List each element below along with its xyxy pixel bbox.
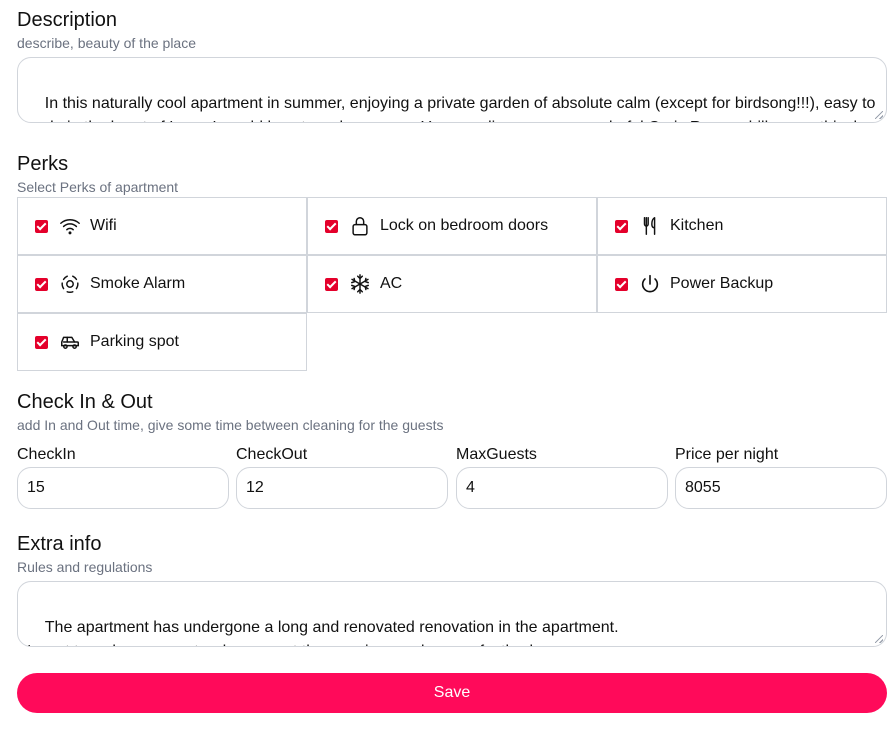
- extra-info-text: The apartment has undergone a long and r…: [27, 619, 619, 646]
- perk-kitchen[interactable]: Kitchen: [597, 197, 887, 255]
- perk-label: AC: [380, 275, 403, 292]
- place-form: Description describe, beauty of the plac…: [0, 0, 896, 735]
- perk-lock[interactable]: Lock on bedroom doors: [307, 197, 597, 255]
- price-label: Price per night: [675, 446, 779, 463]
- perk-checkbox[interactable]: [325, 219, 338, 233]
- price-input[interactable]: 8055: [675, 467, 887, 509]
- checkout-label: CheckOut: [236, 446, 308, 463]
- description-text: In this naturally cool apartment in summ…: [27, 95, 876, 122]
- checkinout-title: Check In & Out: [17, 391, 153, 413]
- extra-subtitle: Rules and regulations: [17, 559, 153, 575]
- perk-power-backup[interactable]: Power Backup: [597, 255, 887, 313]
- perk-checkbox[interactable]: [615, 219, 628, 233]
- lock-icon: [349, 215, 371, 237]
- power-icon: [639, 273, 661, 295]
- car-icon: [59, 331, 81, 353]
- price-value: 8055: [685, 479, 721, 496]
- resize-handle-icon[interactable]: [875, 111, 883, 119]
- checkinout-subtitle: add In and Out time, give some time betw…: [17, 417, 444, 433]
- checkin-input[interactable]: 15: [17, 467, 229, 509]
- description-subtitle: describe, beauty of the place: [17, 35, 197, 51]
- perks-subtitle: Select Perks of apartment: [17, 179, 179, 195]
- perk-label: Power Backup: [670, 275, 774, 292]
- perk-label: Smoke Alarm: [90, 275, 186, 292]
- perk-ac[interactable]: AC: [307, 255, 597, 313]
- snowflake-icon: [349, 273, 371, 295]
- perk-checkbox[interactable]: [35, 219, 48, 233]
- perks-title: Perks: [17, 153, 69, 175]
- perk-label: Kitchen: [670, 217, 724, 234]
- save-button[interactable]: Save: [17, 673, 887, 713]
- perk-label: Lock on bedroom doors: [380, 217, 549, 234]
- perk-checkbox[interactable]: [615, 277, 628, 291]
- perk-checkbox[interactable]: [325, 277, 338, 291]
- perk-checkbox[interactable]: [35, 335, 48, 349]
- perk-label: Parking spot: [90, 333, 179, 350]
- checkout-input[interactable]: 12: [236, 467, 448, 509]
- perk-wifi[interactable]: Wifi: [17, 197, 307, 255]
- extra-info-textarea[interactable]: The apartment has undergone a long and r…: [17, 581, 887, 647]
- resize-handle-icon[interactable]: [875, 635, 883, 643]
- perks-grid: Wifi Lock on bedroom doors Kitchen Smoke…: [17, 197, 887, 371]
- wifi-icon: [59, 215, 81, 237]
- checkout-value: 12: [246, 479, 264, 496]
- maxguests-input[interactable]: 4: [456, 467, 668, 509]
- description-textarea[interactable]: In this naturally cool apartment in summ…: [17, 57, 887, 123]
- checkin-label: CheckIn: [17, 446, 76, 463]
- maxguests-value: 4: [466, 479, 475, 496]
- perk-checkbox[interactable]: [35, 277, 48, 291]
- fork-knife-icon: [639, 215, 661, 237]
- perk-label: Wifi: [90, 217, 117, 234]
- maxguests-label: MaxGuests: [456, 446, 537, 463]
- perk-parking-spot[interactable]: Parking spot: [17, 313, 307, 371]
- perk-smoke-alarm[interactable]: Smoke Alarm: [17, 255, 307, 313]
- checkin-value: 15: [27, 479, 45, 496]
- smoke-alarm-icon: [59, 273, 81, 295]
- description-title: Description: [17, 9, 118, 31]
- extra-title: Extra info: [17, 533, 102, 555]
